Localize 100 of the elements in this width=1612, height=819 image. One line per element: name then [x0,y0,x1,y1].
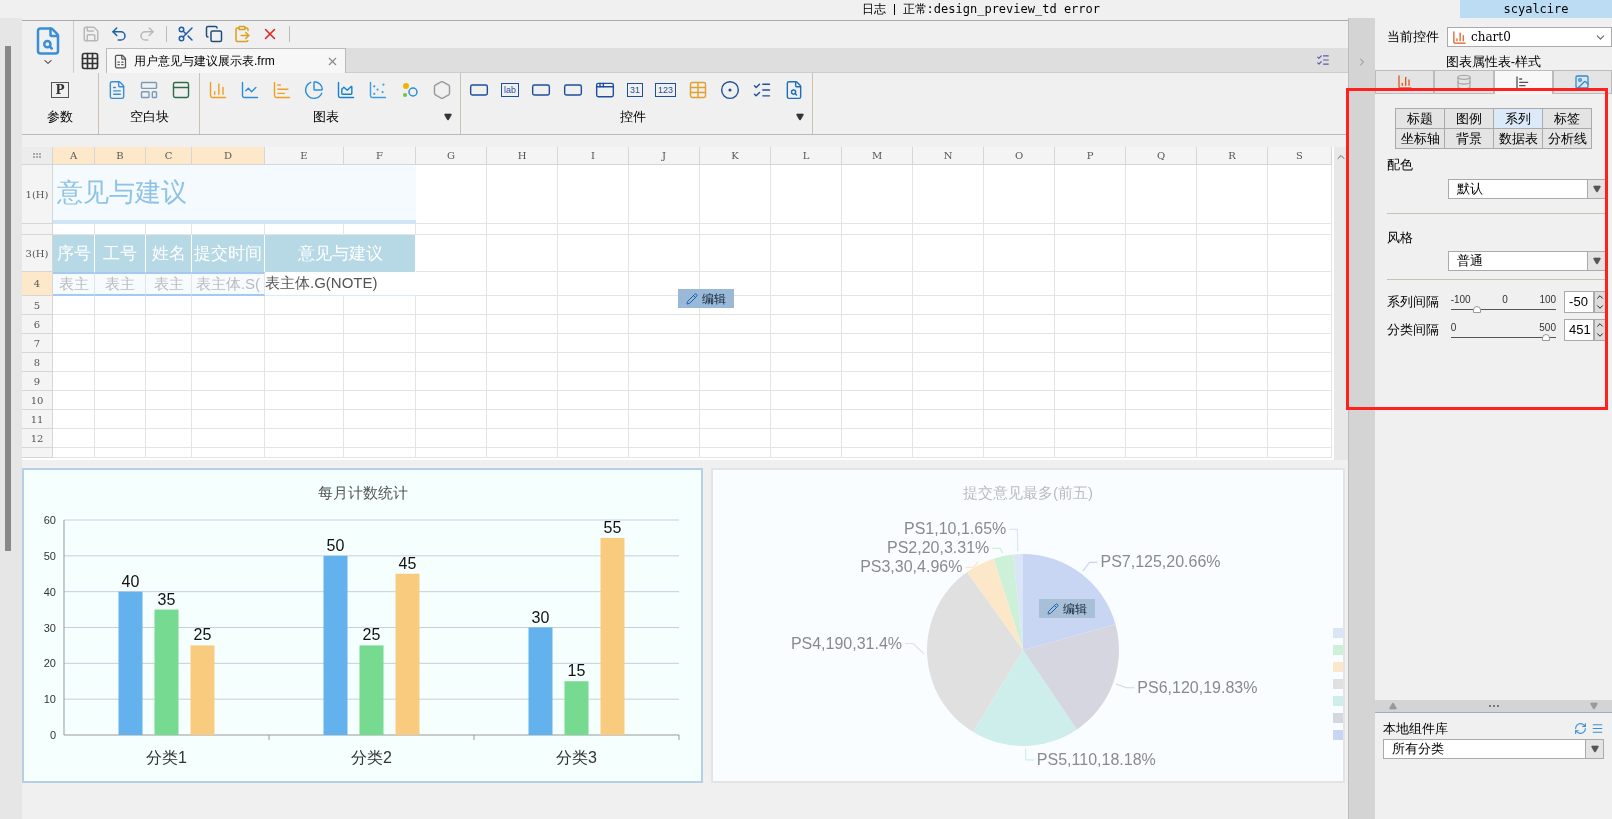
table-icon[interactable] [688,80,709,100]
bar-chart-card[interactable]: 每月计数统计 0 10 20 30 40 50 60 分类1 40 35 25 分类2 50 25 45 分类3 30 15 55 [22,468,703,783]
row-header[interactable]: 10 [22,391,53,410]
date-tool-icon[interactable]: 31 [627,83,644,97]
new-sheet-icon[interactable] [80,51,100,71]
column-header[interactable]: A [53,147,95,165]
column-header[interactable]: H [487,147,558,165]
sub-tab[interactable]: 分析线 [1543,129,1592,149]
panel-splitter[interactable] [1348,18,1375,819]
window-icon[interactable] [595,80,615,100]
column-header[interactable]: K [700,147,771,165]
paste-icon[interactable] [233,25,251,43]
legend-swatch[interactable] [1333,662,1343,672]
param-tool-icon[interactable]: P [51,82,69,98]
radar-chart-icon[interactable] [432,80,452,100]
panel-splitter[interactable] [1375,700,1612,712]
bar[interactable] [323,555,348,735]
horizontal-bar-chart-icon[interactable] [272,80,292,100]
panel-icon[interactable] [171,80,191,100]
line-chart-icon[interactable] [240,80,260,100]
row-header[interactable]: 4 [22,272,53,296]
collapse-down-icon[interactable] [1590,702,1598,710]
control-dropdown[interactable]: chart0 [1447,27,1612,47]
row-header[interactable]: 12 [22,429,53,448]
column-header[interactable]: E [265,147,344,165]
pie-chart-icon[interactable] [304,80,324,100]
sub-tab[interactable]: 图例 [1445,109,1494,129]
table-cell[interactable]: 表主体.G(NOTE) [265,272,416,296]
bar[interactable] [528,627,553,735]
column-header[interactable]: I [558,147,629,165]
slider-track[interactable] [1450,306,1557,313]
bubble-chart-icon[interactable] [400,80,420,100]
label-tool-icon[interactable]: lab [501,83,519,97]
edit-button[interactable]: 编辑 [678,289,734,308]
tab-list-icon[interactable] [1316,53,1330,67]
slider-thumb[interactable] [1473,305,1481,313]
undo-icon[interactable] [110,25,128,43]
document-icon[interactable] [107,80,127,100]
row-header[interactable]: 9 [22,372,53,391]
sub-tab[interactable]: 标题 [1396,109,1445,129]
legend-swatch[interactable] [1333,628,1343,638]
column-header[interactable]: P [1055,147,1126,165]
row-header[interactable]: 6 [22,315,53,334]
row-header[interactable]: 5 [22,296,53,315]
color-scheme-select[interactable]: 默认 [1448,178,1606,199]
row-header[interactable]: 7 [22,334,53,353]
column-header[interactable]: C [146,147,192,165]
slider-thumb[interactable] [1541,333,1550,341]
menu-icon[interactable] [1591,722,1604,736]
collapse-up-icon[interactable] [1389,702,1397,710]
column-header[interactable]: O [984,147,1055,165]
radio-list-icon[interactable] [720,80,741,100]
legend-swatch[interactable] [1333,645,1343,655]
style-select[interactable]: 普通 [1448,251,1606,271]
column-header[interactable]: L [771,147,842,165]
sub-tab[interactable]: 背景 [1445,129,1494,149]
layout-icon[interactable] [139,80,159,100]
legend-swatch[interactable] [1333,696,1343,706]
document-tab[interactable]: 用户意见与建议展示表.frm [106,48,346,73]
column-header[interactable]: S [1268,147,1332,165]
column-header[interactable]: B [95,147,146,165]
column-header[interactable]: J [629,147,700,165]
column-header[interactable]: D [192,147,265,165]
side-scrollbar[interactable] [5,46,11,551]
row-header[interactable]: 3(H) [22,235,53,272]
edit-button[interactable]: 编辑 [1039,599,1095,618]
number-field[interactable]: 451 [1564,319,1594,341]
bar-chart-icon[interactable] [208,80,228,100]
column-header[interactable]: G [416,147,487,165]
scissors-icon[interactable] [177,25,195,43]
scatter-chart-icon[interactable] [368,80,388,100]
group-menu-icon[interactable] [796,112,805,121]
sub-tab[interactable]: 坐标轴 [1396,129,1445,149]
row-header[interactable]: 8 [22,353,53,372]
sub-tab[interactable]: 标签 [1543,109,1592,129]
checkbox-list-icon[interactable] [752,80,773,100]
copy-icon[interactable] [205,25,223,43]
pie-slice[interactable] [1023,624,1119,730]
column-header[interactable]: M [842,147,913,165]
slider-track[interactable] [1450,334,1556,341]
log-button[interactable]: 日志 [861,0,886,18]
column-header[interactable]: F [344,147,416,165]
bar[interactable] [118,591,143,735]
legend-swatch[interactable] [1333,730,1343,740]
spinner[interactable] [1594,319,1606,341]
number-tool-icon[interactable]: 123 [655,83,677,97]
area-chart-icon[interactable] [336,80,356,100]
column-header[interactable]: Q [1126,147,1197,165]
sub-tab[interactable]: 系列 [1494,109,1543,129]
legend-swatch[interactable] [1333,713,1343,723]
row-header[interactable]: 1(H) [22,165,53,224]
group-menu-icon[interactable] [444,112,452,121]
number-field[interactable]: -50 [1564,291,1594,313]
sub-tab[interactable]: 数据表 [1494,129,1543,149]
column-header[interactable]: R [1197,147,1268,165]
category-select[interactable]: 所有分类 [1383,738,1604,759]
refresh-icon[interactable] [1574,722,1587,736]
legend-swatch[interactable] [1333,679,1343,689]
column-header[interactable]: N [913,147,984,165]
row-header[interactable]: 11 [22,410,53,429]
